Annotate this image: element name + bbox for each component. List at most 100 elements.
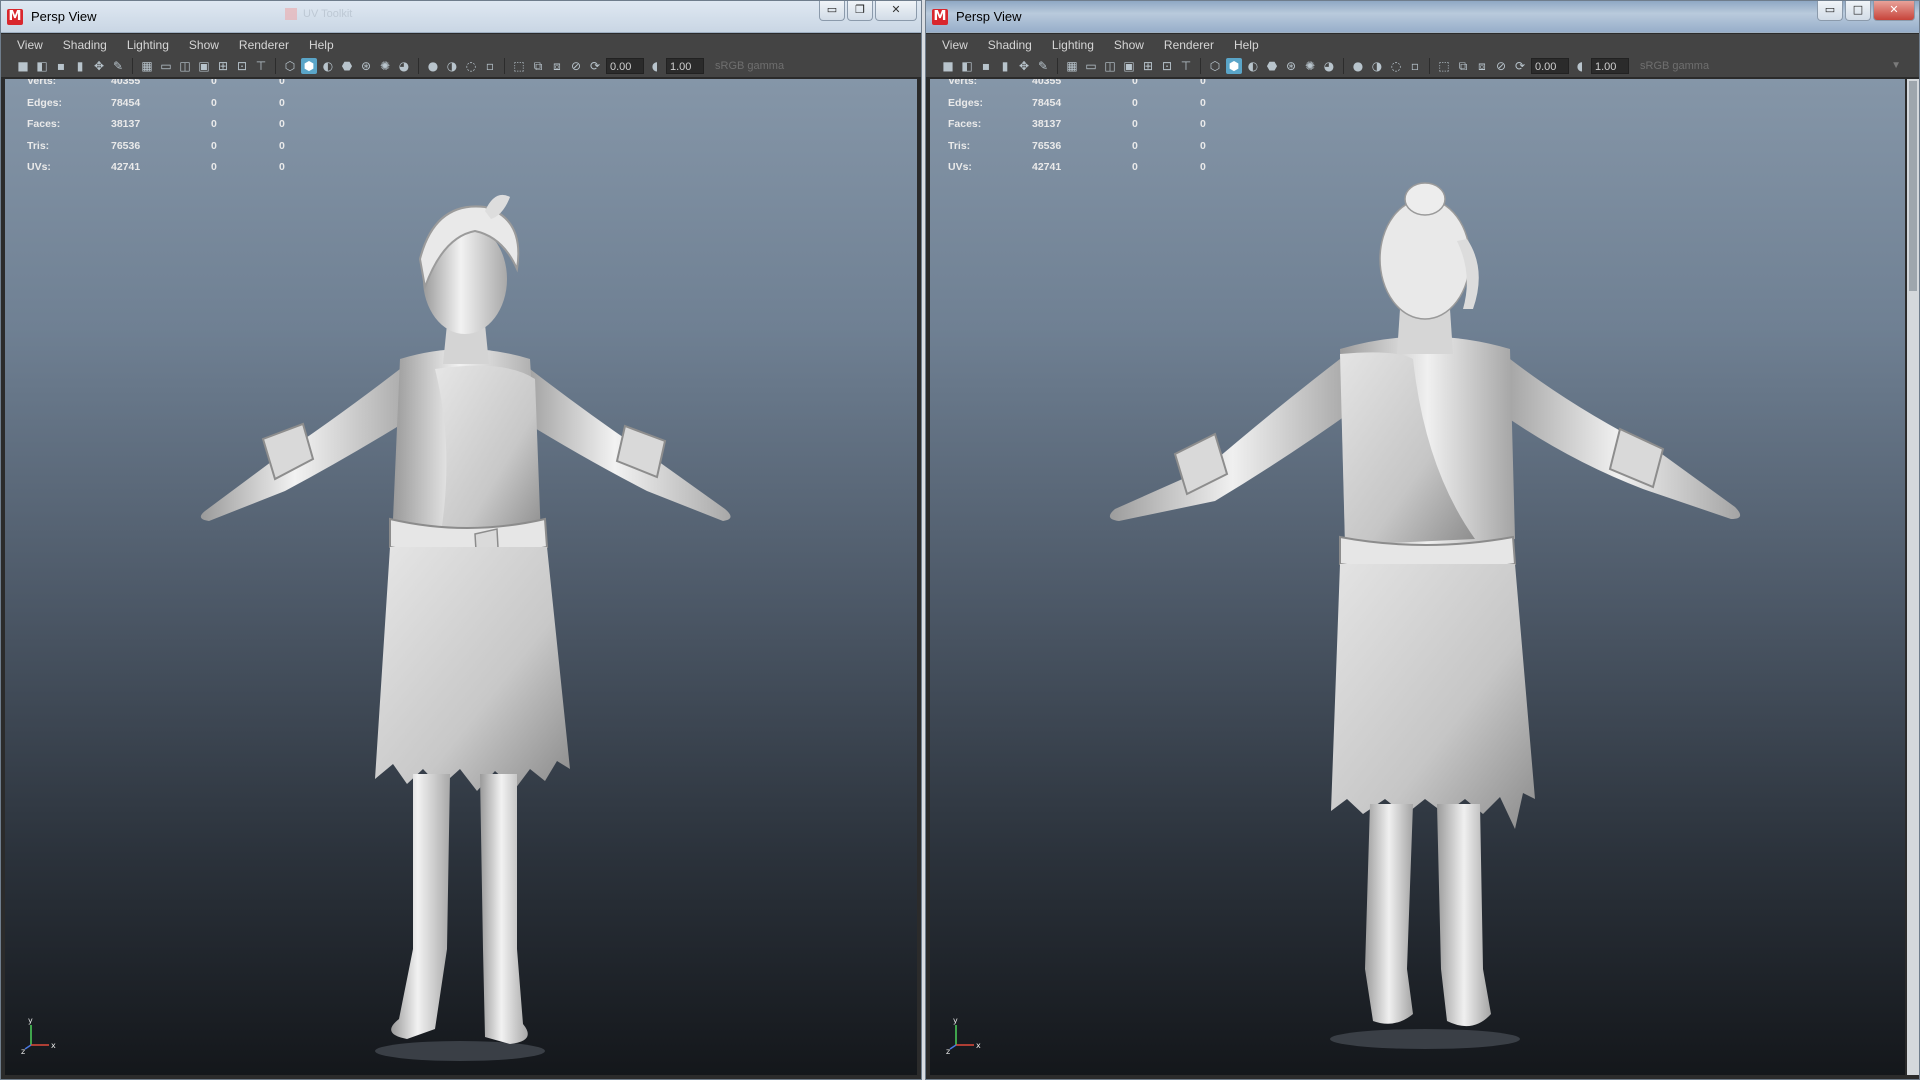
camera-icon[interactable]: ■ (940, 58, 956, 74)
colorspace-label[interactable]: sRGB gamma (1640, 60, 1709, 72)
ambient-occlusion-icon[interactable]: ● (1350, 58, 1366, 74)
menu-help[interactable]: Help (1224, 34, 1269, 54)
chevron-down-icon[interactable]: ▼ (1891, 60, 1901, 71)
anti-aliasing-icon[interactable]: ◌ (463, 58, 479, 74)
grease-pencil-icon[interactable]: ✎ (110, 58, 126, 74)
bookmark-icon[interactable]: ▪ (978, 58, 994, 74)
safe-action-icon[interactable]: ⊡ (1159, 58, 1175, 74)
exposure-icon[interactable]: ⊘ (568, 58, 584, 74)
resolution-gate-icon[interactable]: ◫ (177, 58, 193, 74)
window-title: Persp View (31, 9, 97, 24)
camera-attributes-icon[interactable]: ◧ (34, 58, 50, 74)
resolution-gate-icon[interactable]: ◫ (1102, 58, 1118, 74)
bookmark-icon[interactable]: ▪ (53, 58, 69, 74)
minimize-button[interactable]: ▭ (819, 1, 845, 21)
smooth-shade-icon[interactable]: ⬢ (1226, 57, 1242, 74)
exposure-reset-icon[interactable]: ⟳ (1512, 58, 1528, 74)
hud-row-edges: Edges: 78454 0 0 (27, 96, 285, 109)
menu-renderer[interactable]: Renderer (1154, 34, 1224, 54)
field-chart-icon[interactable]: ⊞ (1140, 58, 1156, 74)
gamma-icon[interactable]: ◖ (1572, 58, 1588, 74)
gate-mask-icon[interactable]: ▣ (1121, 58, 1137, 74)
xray-joints-icon[interactable]: ⧉ (530, 58, 546, 74)
exposure-field[interactable]: 0.00 (606, 57, 644, 74)
persp-view-window-back[interactable]: M Persp View ▭ □ ✕ View Shading Lighting… (925, 0, 1920, 1080)
shaded-wireframe-icon[interactable]: ◐ (320, 58, 336, 74)
menu-show[interactable]: Show (1104, 34, 1154, 54)
exposure-reset-icon[interactable]: ⟳ (587, 58, 603, 74)
ambient-occlusion-icon[interactable]: ● (425, 58, 441, 74)
depth-of-field-icon[interactable]: ▫ (482, 58, 498, 74)
2d-pan-zoom-icon[interactable]: ✥ (1016, 58, 1032, 74)
maya-logo-icon: M (7, 9, 23, 25)
safe-title-icon[interactable]: ⊤ (253, 58, 269, 74)
title-bar[interactable]: M Persp View ▭ □ ✕ (926, 1, 1919, 33)
character-model-front[interactable] (185, 119, 825, 1075)
exposure-field[interactable]: 0.00 (1531, 57, 1569, 74)
smooth-shade-icon[interactable]: ⬢ (301, 57, 317, 74)
gamma-field[interactable]: 1.00 (1591, 57, 1629, 74)
camera-lock-icon[interactable]: ⧈ (549, 58, 565, 74)
scrollbar-thumb[interactable] (1909, 81, 1917, 291)
camera-icon[interactable]: ■ (15, 58, 31, 74)
2d-pan-zoom-icon[interactable]: ✥ (91, 58, 107, 74)
camera-attributes-icon[interactable]: ◧ (959, 58, 975, 74)
textured-icon[interactable]: ⬣ (1264, 58, 1280, 74)
menu-view[interactable]: View (932, 34, 978, 54)
menu-help[interactable]: Help (299, 34, 344, 54)
image-plane-icon[interactable]: ▮ (72, 58, 88, 74)
minimize-button[interactable]: ▭ (1817, 1, 1843, 21)
menu-lighting[interactable]: Lighting (1042, 34, 1104, 54)
menu-lighting[interactable]: Lighting (117, 34, 179, 54)
camera-lock-icon[interactable]: ⧈ (1474, 58, 1490, 74)
persp-view-window-front[interactable]: M Persp View UV Toolkit ▭ ❐ ✕ View Shadi… (0, 0, 922, 1080)
exposure-icon[interactable]: ⊘ (1493, 58, 1509, 74)
motion-blur-icon[interactable]: ◑ (444, 58, 460, 74)
depth-of-field-icon[interactable]: ▫ (1407, 58, 1423, 74)
safe-title-icon[interactable]: ⊤ (1178, 58, 1194, 74)
gamma-field[interactable]: 1.00 (666, 57, 704, 74)
safe-action-icon[interactable]: ⊡ (234, 58, 250, 74)
3d-viewport[interactable]: Verts: 40355 0 0 Edges: 78454 0 0 Faces: 38137 0… (930, 79, 1905, 1075)
vertical-scrollbar[interactable] (1907, 79, 1919, 1075)
gate-mask-icon[interactable]: ▣ (196, 58, 212, 74)
x-ray-icon[interactable]: ⊛ (1283, 58, 1299, 74)
gamma-icon[interactable]: ◖ (647, 58, 663, 74)
shaded-wireframe-icon[interactable]: ◐ (1245, 58, 1261, 74)
lights-icon[interactable]: ✺ (377, 58, 393, 74)
menu-shading[interactable]: Shading (53, 34, 117, 54)
menu-view[interactable]: View (7, 34, 53, 54)
xray-joints-icon[interactable]: ⧉ (1455, 58, 1471, 74)
x-ray-icon[interactable]: ⊛ (358, 58, 374, 74)
anti-aliasing-icon[interactable]: ◌ (1388, 58, 1404, 74)
title-bar[interactable]: M Persp View UV Toolkit ▭ ❐ ✕ (1, 1, 921, 33)
film-gate-icon[interactable]: ▭ (158, 58, 174, 74)
3d-viewport[interactable]: Verts: 40355 0 0 Edges: 78454 0 0 Faces: 38137 0… (5, 79, 917, 1075)
isolate-select-icon[interactable]: ⬚ (1436, 58, 1452, 74)
close-button[interactable]: ✕ (1873, 1, 1915, 21)
desktop: M Persp View UV Toolkit ▭ ❐ ✕ View Shadi… (0, 0, 1920, 1080)
isolate-select-icon[interactable]: ⬚ (511, 58, 527, 74)
motion-blur-icon[interactable]: ◑ (1369, 58, 1385, 74)
textured-icon[interactable]: ⬣ (339, 58, 355, 74)
grease-pencil-icon[interactable]: ✎ (1035, 58, 1051, 74)
lights-icon[interactable]: ✺ (1302, 58, 1318, 74)
colorspace-label[interactable]: sRGB gamma (715, 60, 784, 72)
menu-renderer[interactable]: Renderer (229, 34, 299, 54)
wireframe-icon[interactable]: ⬡ (282, 58, 298, 74)
menu-shading[interactable]: Shading (978, 34, 1042, 54)
film-gate-icon[interactable]: ▭ (1083, 58, 1099, 74)
restore-button[interactable]: ❐ (847, 1, 873, 21)
image-plane-icon[interactable]: ▮ (997, 58, 1013, 74)
maximize-button[interactable]: □ (1845, 1, 1871, 21)
grid-icon[interactable]: ▦ (1064, 58, 1080, 74)
menu-show[interactable]: Show (179, 34, 229, 54)
character-model-back[interactable] (1095, 109, 1775, 1075)
shadows-icon[interactable]: ◕ (396, 58, 412, 74)
close-button[interactable]: ✕ (875, 1, 917, 21)
background-window-title: UV Toolkit (285, 8, 585, 26)
wireframe-icon[interactable]: ⬡ (1207, 58, 1223, 74)
field-chart-icon[interactable]: ⊞ (215, 58, 231, 74)
grid-icon[interactable]: ▦ (139, 58, 155, 74)
shadows-icon[interactable]: ◕ (1321, 58, 1337, 74)
